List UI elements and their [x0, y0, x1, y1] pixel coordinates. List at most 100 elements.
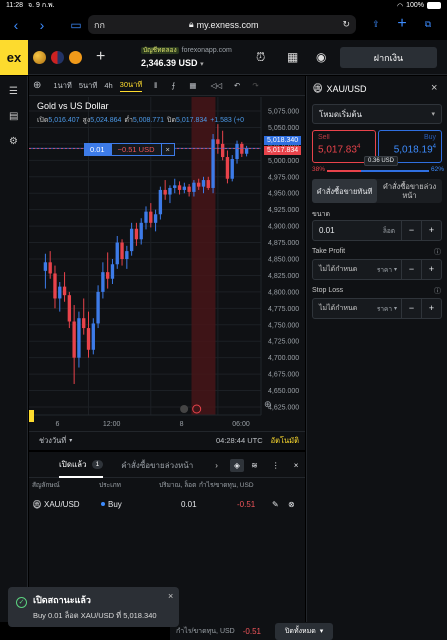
info-icon[interactable]: ⓘ [434, 247, 441, 257]
more-icon[interactable]: ⋮ [272, 461, 280, 470]
menu-icon[interactable]: ☰ [9, 86, 18, 97]
settings-icon[interactable]: ⚙ [9, 136, 18, 147]
stop-loss-field[interactable]: ไม่ได้กำหนด ราคา ▾ − + [312, 298, 442, 319]
tab-pending-order[interactable]: คำสั่งซื้อขายล่วงหน้า [377, 179, 442, 203]
reload-icon[interactable]: ↻ [342, 19, 350, 30]
candle-body [163, 189, 167, 195]
profile-icon[interactable]: ◉ [316, 50, 326, 64]
utc-clock: 04:28:44 UTC [215, 436, 263, 445]
gold-icon: 🪙︎ [32, 499, 43, 509]
buy-percent: 62% [429, 166, 445, 173]
chevron-down-icon[interactable]: ▾ [394, 305, 397, 312]
sl-label: Stop Loss [312, 287, 344, 294]
tp-unit[interactable]: ราคา [377, 265, 392, 275]
candle-body [244, 148, 249, 154]
buy-label: Buy [423, 134, 436, 141]
sl-decrease-button[interactable]: − [401, 299, 421, 318]
timeframe-30m[interactable]: 30นาที [119, 79, 143, 92]
volume-stepper[interactable]: 0.01 ล็อต − + [312, 220, 442, 241]
sl-value[interactable]: ไม่ได้กำหนด [319, 303, 357, 314]
edit-icon[interactable]: ✎ [272, 500, 279, 509]
candle-body [173, 185, 177, 188]
alarm-icon[interactable]: ⏰︎ [256, 50, 265, 65]
volume-increase-button[interactable]: + [421, 221, 441, 240]
apps-grid-icon[interactable]: ▦ [287, 50, 298, 64]
take-profit-field[interactable]: ไม่ได้กำหนด ราคา ▾ − + [312, 259, 442, 280]
summary-bar: กำไร/ขาดทุน, USD -0.51 ปิดทั้งหมด ▾ [170, 622, 447, 640]
close-position-icon[interactable]: × [161, 143, 175, 156]
sl-increase-button[interactable]: + [421, 299, 441, 318]
new-tab-icon[interactable]: + [394, 15, 410, 32]
candle-body [144, 211, 148, 223]
address-bar[interactable]: กก 🔒︎ my.exness.com ↻ [88, 15, 356, 34]
candle-body [216, 139, 220, 144]
add-instrument-icon[interactable]: + [96, 48, 105, 66]
book-icon[interactable]: ▭ [68, 17, 84, 33]
sl-unit[interactable]: ราคา [377, 304, 392, 314]
chevron-down-icon[interactable]: ▾ [69, 437, 72, 444]
layout-icon[interactable]: ▦ [189, 81, 196, 90]
close-panel-icon[interactable]: × [294, 461, 299, 470]
chevron-right-icon[interactable]: › [215, 461, 218, 470]
calendar-icon[interactable]: ▤ [9, 111, 18, 122]
exness-logo[interactable]: ex [0, 39, 28, 75]
chevron-down-icon: ▾ [200, 61, 204, 68]
instrument-flag-icon[interactable] [51, 50, 64, 64]
ios-status-bar: 11:28 จ. 9 ก.พ. ◠ 100% [0, 0, 447, 11]
timeframe-5m[interactable]: 5นาที [79, 80, 97, 92]
y-tick-label: 4,775.000 [268, 306, 299, 313]
close-panel-icon[interactable]: × [431, 82, 437, 94]
ohlc-low: 5,008.771 [132, 117, 165, 124]
y-tick-label: 4,950.000 [268, 191, 299, 198]
share-icon[interactable]: ⇪ [368, 16, 384, 32]
x-tick-label: 12:00 [103, 421, 121, 428]
bid-price-label: 5,017.834 [264, 146, 302, 155]
group-toggle-icon[interactable]: ◈ [229, 459, 245, 472]
candle-body [115, 242, 119, 265]
tp-decrease-button[interactable]: − [401, 260, 421, 279]
timeframe-1m[interactable]: 1นาที [53, 80, 71, 92]
tab-open-positions[interactable]: เปิดแล้ว 1 [59, 454, 104, 478]
ohlc-open: 5,016.407 [48, 117, 80, 124]
position-line-label[interactable]: 0.01 −0.51 USD × [84, 143, 175, 156]
candle-body [105, 272, 110, 279]
date-range-label[interactable]: ช่วงวันที่ [39, 435, 66, 447]
close-toast-icon[interactable]: × [168, 591, 173, 601]
volume-value[interactable]: 0.01 [319, 226, 335, 235]
layers-icon[interactable]: ≋ [247, 459, 262, 472]
auto-scale-toggle[interactable]: อัตโนมัติ [271, 435, 299, 447]
table-row[interactable]: 🪙︎ XAU/USD Buy 0.01 -0.51 ✎ ⊗ [29, 495, 305, 513]
order-mode-select[interactable]: โหมดเริ่มต้น ▾ [312, 104, 442, 124]
chart-type-icon[interactable]: ⫴ [154, 81, 157, 91]
timeframe-4h[interactable]: 4h [104, 81, 112, 90]
tab-market-order[interactable]: คำสั่งซื้อขายทันที [312, 179, 377, 203]
back-icon[interactable]: ‹ [8, 17, 24, 33]
candle-body [134, 228, 139, 240]
undo-icon[interactable]: ↶ [234, 81, 240, 90]
tp-value[interactable]: ไม่ได้กำหนด [319, 264, 357, 275]
close-position-icon[interactable]: ⊗ [288, 500, 295, 509]
instrument-flag-icon[interactable] [33, 50, 46, 64]
deposit-button[interactable]: ฝากเงิน [340, 47, 437, 68]
tp-increase-button[interactable]: + [421, 260, 441, 279]
wifi-icon: ◠ [396, 2, 404, 10]
indicators-icon[interactable]: ⨍ [171, 81, 175, 90]
gold-icon: 🪙︎ [312, 83, 324, 93]
candle-body [139, 222, 143, 240]
forward-icon[interactable]: › [34, 17, 50, 33]
instrument-flag-icon[interactable] [69, 50, 82, 64]
rewind-icon[interactable]: ◁◁ [210, 81, 222, 90]
account-selector[interactable]: บัญชีทดลอง forexonapp.com 2,346.39 USD ▾ [141, 44, 232, 68]
info-icon[interactable]: ⓘ [434, 286, 441, 296]
panel-collapse-handle[interactable] [29, 410, 34, 422]
crosshair-settings-icon[interactable]: ⊕ [264, 399, 272, 410]
ohlc-change: +1.583 (+0 [210, 117, 245, 124]
close-all-button[interactable]: ปิดทั้งหมด ▾ [274, 622, 334, 640]
redo-icon[interactable]: ↷ [252, 81, 258, 90]
tab-pending-orders[interactable]: คำสั่งซื้อขายล่วงหน้า [121, 459, 193, 472]
volume-decrease-button[interactable]: − [401, 221, 421, 240]
chevron-down-icon[interactable]: ▾ [394, 266, 397, 273]
candle-body [53, 273, 57, 299]
tabs-icon[interactable]: ⧉ [420, 16, 436, 32]
add-indicator-icon[interactable]: ⊕ [33, 80, 41, 91]
